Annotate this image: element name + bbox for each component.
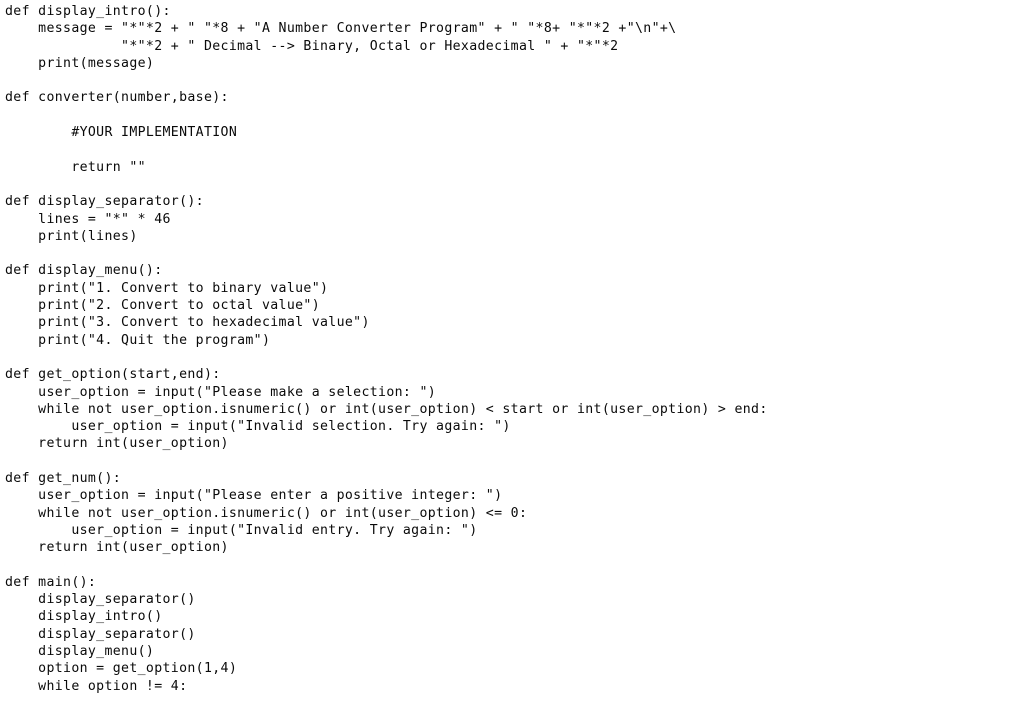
code-line: def display_menu(): <box>5 263 163 279</box>
code-line: def converter(number,base): <box>5 90 229 106</box>
code-line: return int(user_option) <box>5 436 229 452</box>
code-line: def display_intro(): <box>5 4 171 19</box>
code-line: print("1. Convert to binary value") <box>5 280 329 296</box>
code-line: option = get_option(1,4) <box>5 661 238 677</box>
code-line: return "" <box>5 159 146 175</box>
code-line: #YOUR IMPLEMENTATION <box>5 125 238 141</box>
code-line: display_menu() <box>5 643 155 659</box>
code-line: def display_separator(): <box>5 194 204 210</box>
code-line: def get_option(start,end): <box>5 367 221 383</box>
code-line: display_intro() <box>5 609 163 625</box>
code-line: print("4. Quit the program") <box>5 332 271 348</box>
code-line: def get_num(): <box>5 471 122 487</box>
code-listing: def display_intro(): message = "*"*2 + "… <box>5 3 1024 695</box>
code-line: "*"*2 + " Decimal --> Binary, Octal or H… <box>5 38 619 54</box>
code-line: return int(user_option) <box>5 540 229 556</box>
code-line: while not user_option.isnumeric() or int… <box>5 401 768 417</box>
code-line: display_separator() <box>5 592 196 608</box>
code-line: print("2. Convert to octal value") <box>5 298 321 314</box>
code-line: user_option = input("Please make a selec… <box>5 384 437 400</box>
code-line: message = "*"*2 + " "*8 + "A Number Conv… <box>5 21 677 37</box>
code-line: user_option = input("Please enter a posi… <box>5 488 503 504</box>
code-line: display_separator() <box>5 626 196 642</box>
code-line: print(message) <box>5 55 155 71</box>
code-line: user_option = input("Invalid selection. … <box>5 419 511 435</box>
code-line: lines = "*" * 46 <box>5 211 171 227</box>
code-line: while option != 4: <box>5 678 188 694</box>
code-line: while not user_option.isnumeric() or int… <box>5 505 528 521</box>
code-line: print("3. Convert to hexadecimal value") <box>5 315 370 331</box>
code-line: user_option = input("Invalid entry. Try … <box>5 522 478 538</box>
code-line: print(lines) <box>5 228 138 244</box>
code-line: def main(): <box>5 574 97 590</box>
